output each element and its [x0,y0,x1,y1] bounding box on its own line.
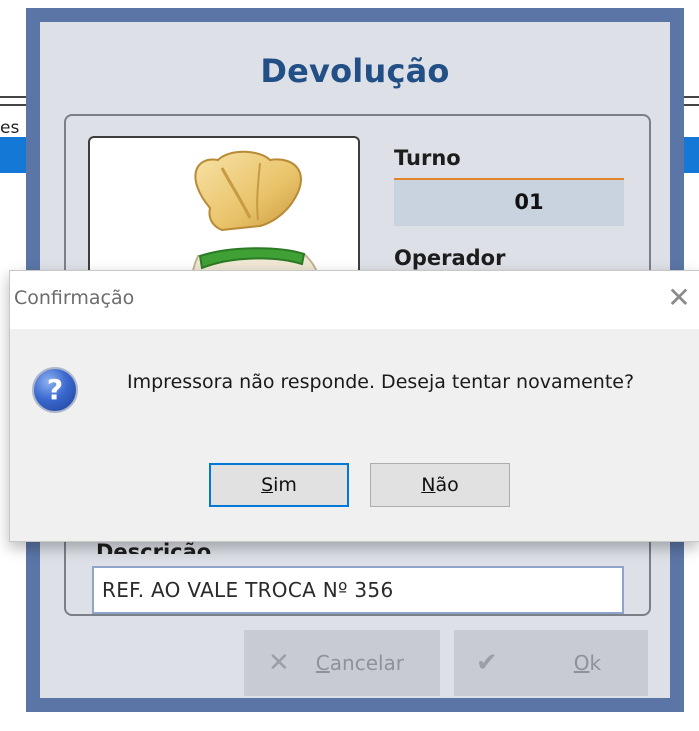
descricao-label: Descrição [96,540,212,554]
dialog-title: Confirmação [14,287,135,309]
background-selection-bar [0,137,26,173]
turno-field[interactable]: 01 [394,178,624,226]
ok-button[interactable]: ✔ Ok [454,630,648,696]
question-icon: ? [32,367,78,413]
yes-button[interactable]: Sim [209,463,349,507]
x-icon: ✕ [268,648,290,678]
close-icon[interactable]: ✕ [663,283,695,315]
turno-label: Turno [394,146,461,170]
ok-button-label: Ok [573,651,602,675]
background-label: es [0,118,20,138]
background-divider [684,104,699,106]
dialog-message: Impressora não responde. Deseja tentar n… [127,371,635,393]
descricao-input[interactable]: REF. AO VALE TROCA Nº 356 [92,566,624,614]
operador-label: Operador [394,246,506,270]
no-button[interactable]: Não [370,463,510,507]
cancel-button-label: Cancelar [315,651,405,675]
check-icon: ✔ [476,648,498,678]
dialog-titlebar[interactable]: Confirmação ✕ [10,271,699,329]
dialog-body: ? Impressora não responde. Deseja tentar… [10,329,699,541]
background-divider [0,96,26,98]
confirmation-dialog: Confirmação ✕ ? Impressora não responde.… [9,270,699,542]
background-selection-bar [684,137,699,173]
background-divider [684,96,699,98]
cancel-button[interactable]: ✕ Cancelar [244,630,440,696]
background-divider [0,104,26,106]
window-title: Devolução [260,52,450,90]
